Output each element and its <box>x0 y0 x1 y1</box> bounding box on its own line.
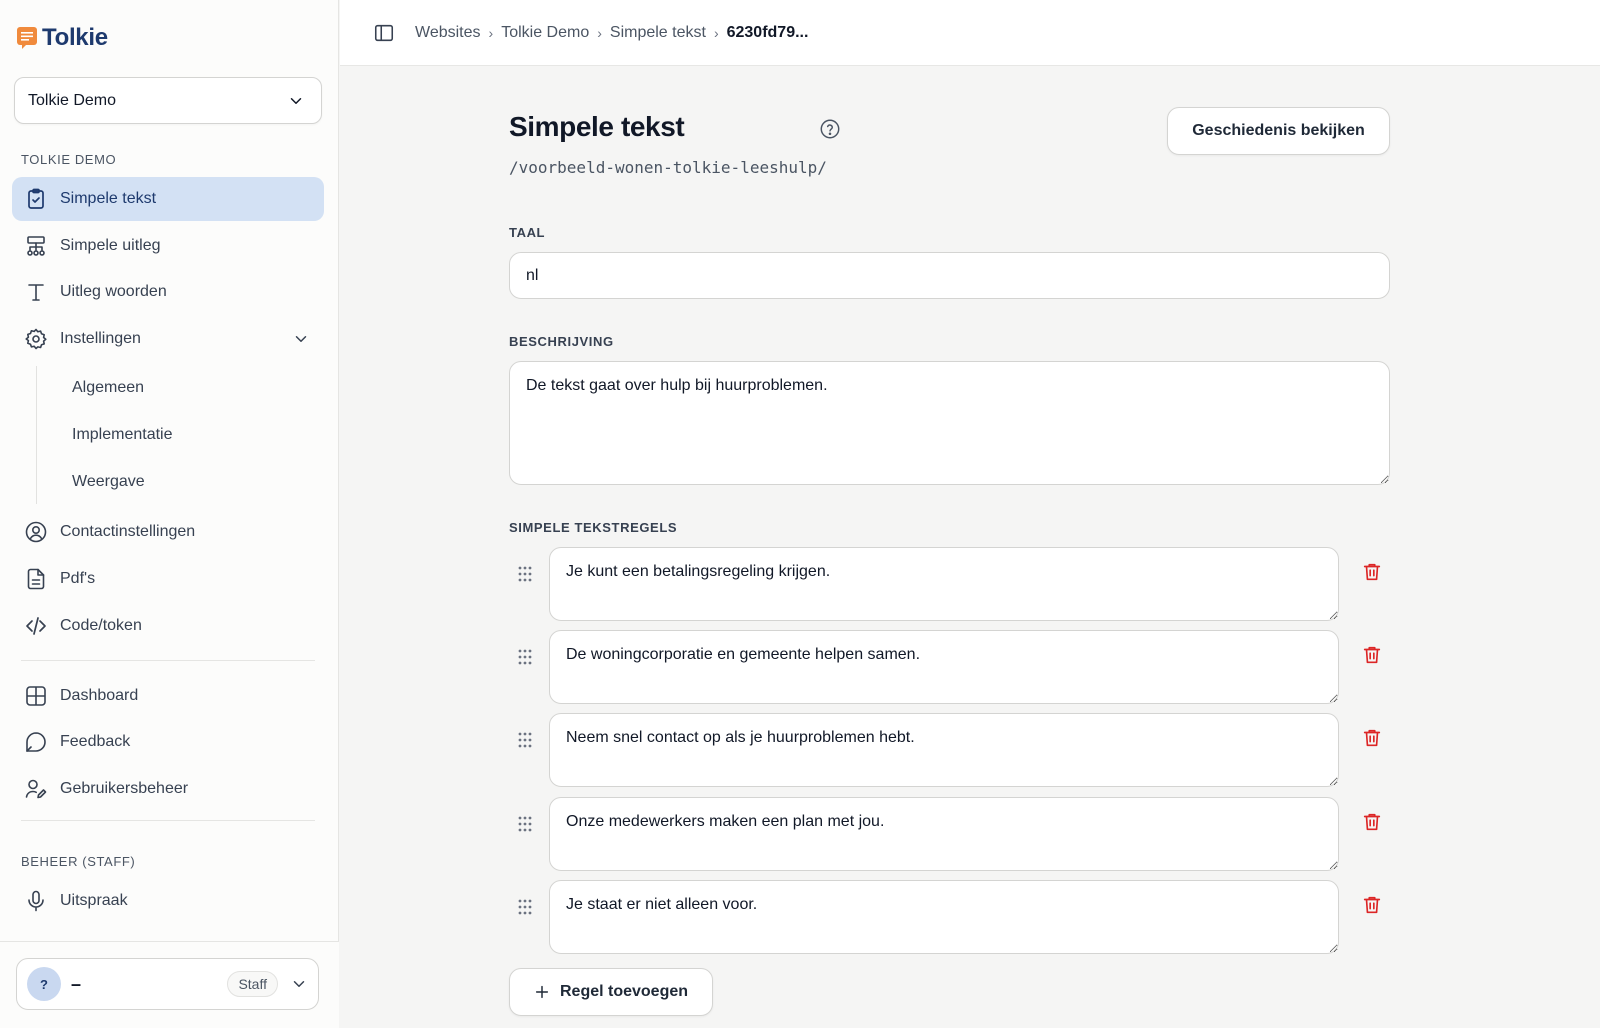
breadcrumb-separator: › <box>713 24 719 41</box>
chevron-down-icon <box>295 336 307 342</box>
top-bar: Websites › Tolkie Demo › Simpele tekst ›… <box>340 0 1600 66</box>
rule-textarea[interactable]: Je staat er niet alleen voor. <box>549 880 1339 954</box>
trash-icon[interactable] <box>1361 727 1383 749</box>
grid-icon <box>26 686 46 706</box>
sidebar-footer: ? – Staff <box>0 941 339 1028</box>
sidebar-item-instellingen[interactable]: Instellingen <box>12 317 324 361</box>
sidebar-item-label: Uitspraak <box>60 892 128 909</box>
sidebar-item-label: Simpele uitleg <box>60 237 161 254</box>
sidebar-item-label: Simpele tekst <box>60 190 157 207</box>
sidebar-item-uitspraak[interactable]: Uitspraak <box>12 879 324 923</box>
sidebar-item-contactinstellingen[interactable]: Contactinstellingen <box>12 510 324 554</box>
user-circle-icon <box>25 521 47 543</box>
breadcrumb-websites[interactable]: Websites <box>415 24 481 42</box>
sidebar: Tolkie Tolkie Demo TOLKIE DEMO Simpele t… <box>0 0 339 1028</box>
sidebar-item-pdfs[interactable]: Pdf's <box>12 557 324 601</box>
description-textarea[interactable]: De tekst gaat over hulp bij huurprobleme… <box>509 361 1390 485</box>
drag-handle-icon[interactable] <box>515 647 535 667</box>
description-label: BESCHRIJVING <box>509 334 614 349</box>
user-edit-icon <box>25 779 47 799</box>
page-path: /voorbeeld-wonen-tolkie-leeshulp/ <box>509 158 827 177</box>
sidebar-item-gebruikersbeheer[interactable]: Gebruikersbeheer <box>12 767 324 811</box>
sidebar-item-code-token[interactable]: Code/token <box>12 604 324 648</box>
user-name: – <box>71 973 82 994</box>
page-title: Simpele tekst <box>509 111 685 142</box>
microphone-icon <box>28 890 44 912</box>
drag-handle-icon[interactable] <box>515 814 535 834</box>
role-badge: Staff <box>227 971 278 997</box>
file-text-icon <box>27 568 45 590</box>
sidebar-item-label: Gebruikersbeheer <box>60 780 189 797</box>
app-logo[interactable]: Tolkie <box>16 24 108 52</box>
plus-icon <box>535 985 549 999</box>
sidebar-item-label: Feedback <box>60 733 131 750</box>
sidebar-toggle-icon[interactable] <box>373 22 395 44</box>
site-selector-value: Tolkie Demo <box>28 91 117 109</box>
rule-textarea[interactable]: De woningcorporatie en gemeente helpen s… <box>549 630 1339 704</box>
sidebar-subitem-algemeen[interactable]: Algemeen <box>72 379 144 397</box>
submenu-guide-line <box>36 366 37 504</box>
sidebar-item-label: Dashboard <box>60 687 139 704</box>
rule-row: Onze medewerkers maken een plan met jou. <box>509 797 1390 871</box>
logo-mark-icon <box>17 27 37 49</box>
sidebar-subitem-implementatie[interactable]: Implementatie <box>72 426 173 444</box>
chevron-down-icon <box>290 97 302 104</box>
rule-textarea[interactable]: Onze medewerkers maken een plan met jou. <box>549 797 1339 871</box>
breadcrumb-site[interactable]: Tolkie Demo <box>501 24 589 42</box>
help-icon[interactable] <box>819 118 841 140</box>
chat-bubble-icon <box>26 732 46 752</box>
sidebar-item-label: Code/token <box>60 617 142 634</box>
rules-label: SIMPELE TEKSTREGELS <box>509 520 678 535</box>
trash-icon[interactable] <box>1361 561 1383 583</box>
sidebar-item-label: Pdf's <box>60 570 96 587</box>
site-selector[interactable]: Tolkie Demo <box>14 77 322 124</box>
section-title-beheer-staff: BEHEER (STAFF) <box>21 854 136 869</box>
sidebar-subitem-weergave[interactable]: Weergave <box>72 473 145 491</box>
app-name: Tolkie <box>42 24 108 51</box>
breadcrumb-separator: › <box>597 24 602 41</box>
rule-textarea[interactable]: Neem snel contact op als je huurprobleme… <box>549 713 1339 787</box>
trash-icon[interactable] <box>1361 644 1383 666</box>
drag-handle-icon[interactable] <box>515 730 535 750</box>
breadcrumb-separator: › <box>488 24 494 41</box>
breadcrumb: Websites › Tolkie Demo › Simpele tekst ›… <box>415 24 808 42</box>
sidebar-item-label: Uitleg woorden <box>60 283 167 300</box>
sidebar-item-label: Contactinstellingen <box>60 523 196 540</box>
sidebar-item-dashboard[interactable]: Dashboard <box>12 674 324 718</box>
add-rule-label: Regel toevoegen <box>559 983 689 1000</box>
sidebar-item-label: Instellingen <box>60 330 141 347</box>
sidebar-item-feedback[interactable]: Feedback <box>12 720 324 764</box>
sidebar-divider <box>21 660 315 661</box>
rule-row: Je staat er niet alleen voor. <box>509 880 1390 954</box>
drag-handle-icon[interactable] <box>515 897 535 917</box>
user-menu[interactable]: ? – Staff <box>16 958 319 1010</box>
trash-icon[interactable] <box>1361 894 1383 916</box>
rule-row: De woningcorporatie en gemeente helpen s… <box>509 630 1390 704</box>
add-rule-button[interactable]: Regel toevoegen <box>509 968 713 1016</box>
clipboard-check-icon <box>28 188 44 209</box>
text-type-icon <box>28 284 44 301</box>
code-icon <box>26 617 46 635</box>
avatar: ? <box>27 967 61 1001</box>
drag-handle-icon[interactable] <box>515 564 535 584</box>
sidebar-divider <box>21 820 315 821</box>
sitemap-icon <box>27 236 45 256</box>
sidebar-item-simpele-tekst[interactable]: Simpele tekst <box>12 177 324 221</box>
sidebar-item-uitleg-woorden[interactable]: Uitleg woorden <box>12 270 324 314</box>
breadcrumb-current: 6230fd79... <box>726 23 809 41</box>
view-history-button[interactable]: Geschiedenis bekijken <box>1167 107 1390 155</box>
section-title-tolkie-demo: TOLKIE DEMO <box>21 152 117 167</box>
rule-row: Neem snel contact op als je huurprobleme… <box>509 713 1390 787</box>
language-input[interactable] <box>509 252 1390 299</box>
chevron-down-icon <box>293 981 305 987</box>
breadcrumb-section[interactable]: Simpele tekst <box>610 24 706 42</box>
gear-icon <box>25 328 47 350</box>
sidebar-item-simpele-uitleg[interactable]: Simpele uitleg <box>12 224 324 268</box>
trash-icon[interactable] <box>1361 811 1383 833</box>
rule-row: Je kunt een betalingsregeling krijgen. <box>509 547 1390 621</box>
language-label: TAAL <box>509 225 546 240</box>
rule-textarea[interactable]: Je kunt een betalingsregeling krijgen. <box>549 547 1339 621</box>
